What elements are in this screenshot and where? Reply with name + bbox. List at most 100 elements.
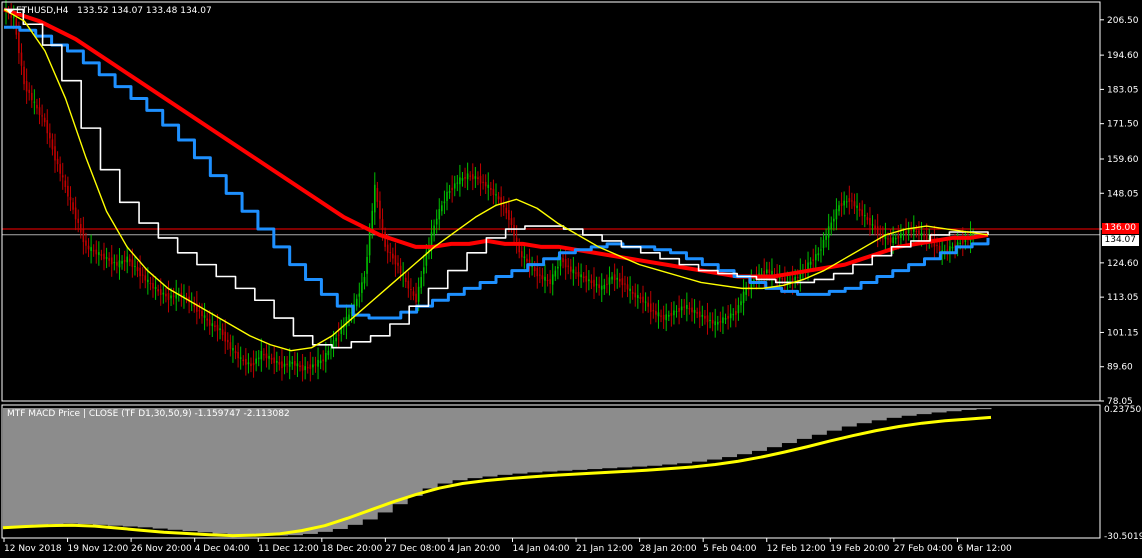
candle-body — [237, 352, 239, 359]
price-panel — [2, 0, 1100, 382]
candle-body — [598, 284, 600, 288]
candle-body — [564, 258, 567, 268]
candle-body — [211, 323, 214, 327]
candle-body — [299, 365, 301, 368]
macd-bar — [182, 408, 199, 532]
candle-body — [167, 293, 170, 300]
macd-bar — [766, 408, 782, 448]
candle-body — [306, 367, 309, 369]
macd-bar — [437, 408, 453, 484]
candle-body — [49, 132, 51, 139]
candle-body — [147, 279, 149, 283]
candle-body — [273, 357, 276, 364]
macd-bar — [482, 408, 498, 477]
candle-body — [430, 232, 433, 247]
candle-body — [20, 52, 23, 66]
candle-body — [673, 310, 675, 316]
macd-bar — [931, 408, 947, 413]
chart-header: ETHUSD,H4 133.52 134.07 133.48 134.07 — [16, 6, 212, 16]
macd-bar — [571, 408, 588, 470]
candle-body — [546, 280, 549, 282]
macd-tick-label: -30.5019 — [1104, 532, 1142, 542]
candle-body — [157, 289, 159, 292]
y-tick-label: 101.15 — [1107, 328, 1139, 338]
candle-body — [459, 177, 461, 185]
candle-body — [536, 267, 539, 277]
candle-body — [840, 203, 843, 206]
candle-body — [312, 364, 314, 368]
macd-bar — [287, 408, 303, 536]
candle-body — [771, 270, 773, 275]
candle-body — [464, 176, 466, 179]
candle-body — [474, 176, 477, 179]
candle-body — [740, 301, 742, 306]
macd-bar — [77, 408, 94, 525]
candle-body — [539, 274, 541, 276]
candle-body — [686, 304, 688, 309]
candle-body — [729, 313, 732, 319]
candle-body — [90, 247, 92, 251]
candle-body — [123, 260, 126, 262]
candle-body — [64, 180, 67, 187]
candle-body — [634, 292, 637, 298]
x-tick-label: 4 Dec 04:00 — [195, 544, 250, 554]
candle-body — [691, 307, 693, 313]
macd-bar — [856, 408, 872, 424]
macd-bar — [242, 408, 258, 536]
candle-body — [56, 158, 59, 165]
candle-body — [894, 237, 897, 240]
macd-bar — [901, 408, 917, 416]
macd-bar — [916, 408, 932, 415]
candle-body — [544, 276, 546, 281]
x-tick-label: 27 Feb 04:00 — [894, 544, 953, 554]
candle-body — [907, 229, 910, 234]
macd-bar — [92, 408, 109, 525]
candle-body — [688, 308, 691, 310]
candle-body — [128, 258, 131, 262]
candle-body — [330, 348, 332, 350]
macd-bar — [3, 408, 19, 527]
candle-body — [461, 178, 464, 181]
y-tick-label: 159.60 — [1107, 155, 1139, 165]
candle-body — [415, 293, 417, 303]
candle-body — [201, 311, 203, 317]
candle-body — [214, 325, 216, 327]
candle-body — [515, 237, 518, 242]
candle-body — [118, 260, 121, 268]
candle-body — [324, 353, 327, 362]
candle-body — [910, 229, 913, 231]
candle-body — [680, 306, 683, 311]
candle-body — [951, 246, 954, 249]
candle-body — [74, 207, 77, 220]
candle-body — [482, 181, 484, 183]
macd-bar — [616, 408, 633, 468]
x-tick-label: 21 Jan 12:00 — [576, 544, 633, 554]
candle-body — [949, 246, 951, 252]
candle-body — [817, 253, 820, 256]
candle-body — [363, 277, 366, 284]
macd-bar — [586, 408, 603, 470]
y-tick-label: 89.60 — [1107, 363, 1133, 373]
candle-body — [46, 120, 49, 134]
candle-body — [851, 200, 853, 202]
macd-bar — [796, 408, 812, 439]
candle-body — [856, 205, 858, 208]
candle-body — [675, 311, 678, 313]
candle-body — [526, 258, 528, 262]
candle-body — [959, 242, 962, 244]
candle-body — [711, 319, 714, 324]
candle-body — [100, 254, 103, 256]
candle-body — [889, 237, 892, 243]
candle-body — [631, 291, 634, 294]
candle-body — [30, 92, 33, 101]
candle-body — [580, 274, 582, 278]
candle-body — [569, 266, 572, 272]
macd-bar — [122, 408, 139, 527]
macd-bar — [736, 408, 752, 455]
candle-body — [938, 245, 941, 251]
candle-body — [126, 256, 129, 263]
collapse-triangle-icon[interactable] — [6, 9, 14, 14]
candle-body — [162, 292, 165, 295]
candle-body — [275, 360, 278, 363]
candle-body — [247, 362, 250, 365]
